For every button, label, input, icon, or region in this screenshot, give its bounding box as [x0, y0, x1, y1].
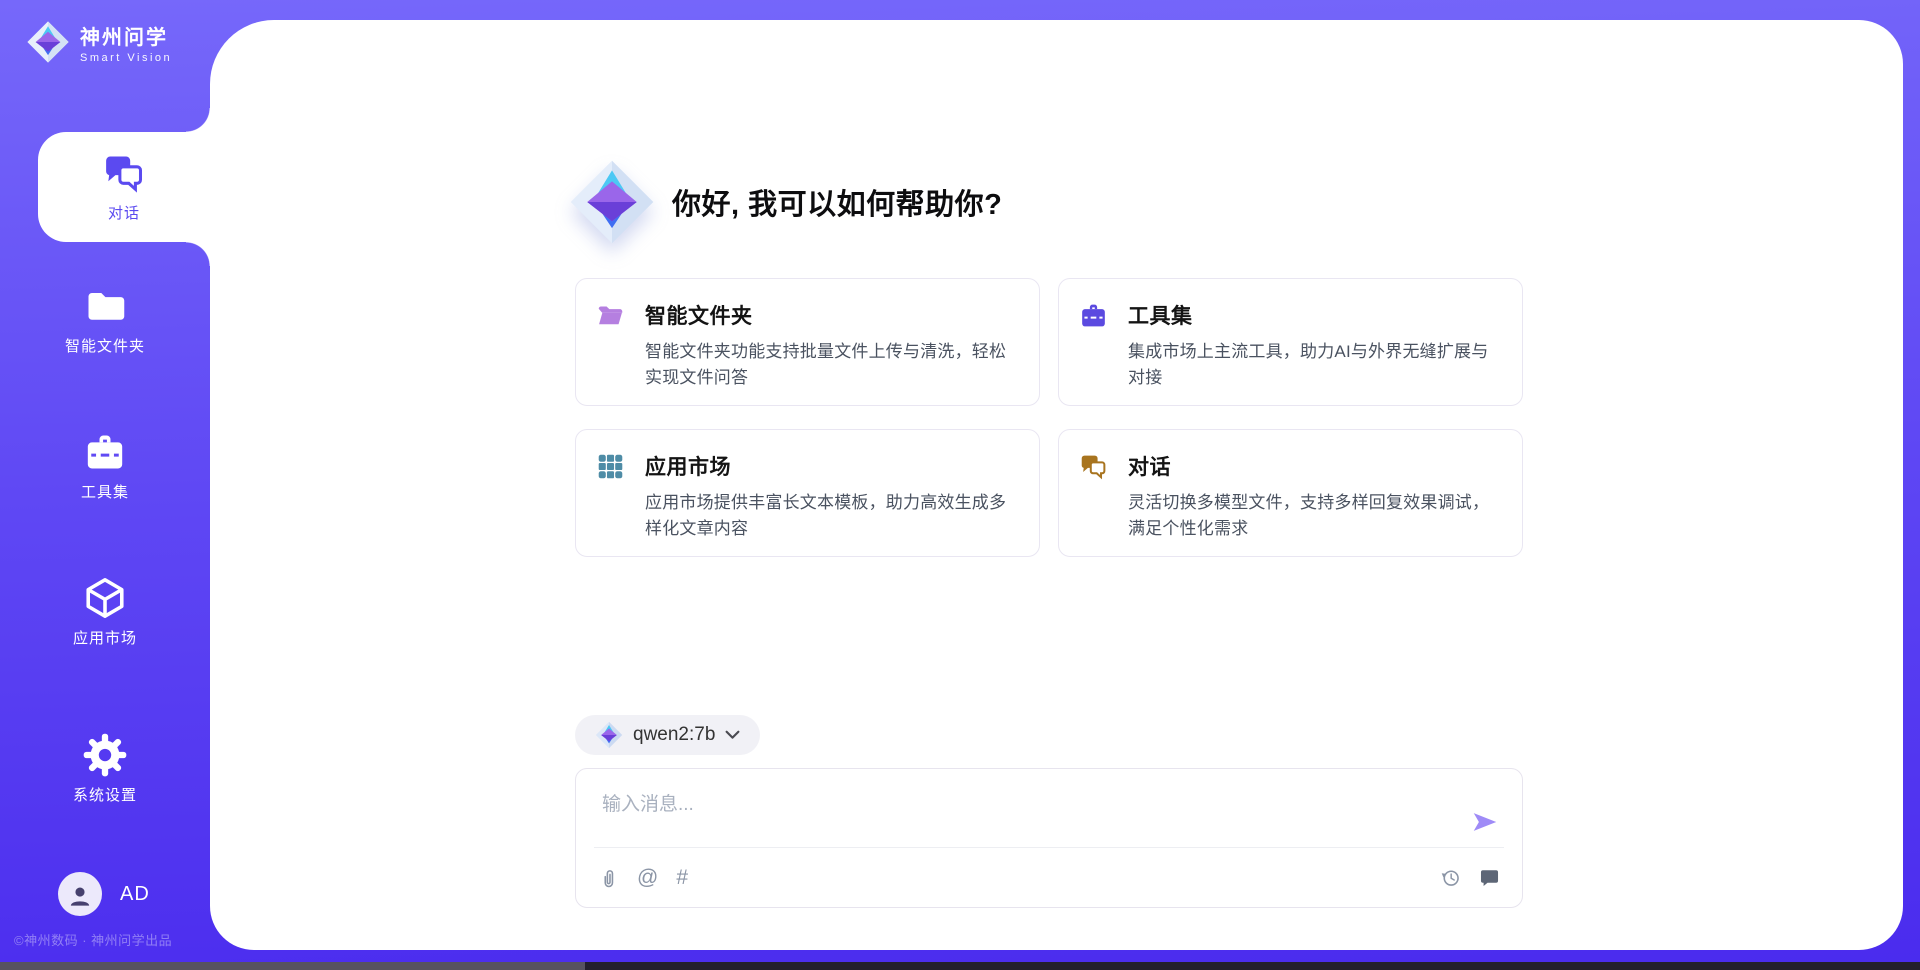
card-smart-folder[interactable]: 智能文件夹 智能文件夹功能支持批量文件上传与清洗，轻松实现文件问答 [575, 278, 1040, 406]
bottom-scrollbar-thumb[interactable] [0, 962, 585, 970]
card-desc: 集成市场上主流工具，助力AI与外界无缝扩展与对接 [1128, 339, 1502, 392]
message-input[interactable] [600, 787, 1444, 843]
copyright: ©神州数码 · 神州问学出品 [14, 930, 172, 949]
card-desc: 灵活切换多模型文件，支持多样回复效果调试，满足个性化需求 [1128, 490, 1502, 543]
comment-icon[interactable] [1479, 867, 1500, 888]
gear-icon [83, 733, 127, 777]
sidebar-item-settings[interactable]: 系统设置 [0, 733, 210, 805]
bottom-scrollbar [0, 962, 1920, 970]
sidebar-item-label: 智能文件夹 [65, 335, 145, 356]
sidebar-item-smart-folder[interactable]: 智能文件夹 [0, 284, 210, 356]
app-logo-icon [568, 158, 656, 246]
card-title: 智能文件夹 [645, 300, 753, 330]
send-button[interactable] [1470, 807, 1500, 837]
sidebar-item-toolset[interactable]: 工具集 [0, 430, 210, 502]
model-selector[interactable]: qwen2:7b [575, 715, 760, 755]
paperclip-icon[interactable] [598, 867, 619, 888]
user-name: AD [120, 883, 150, 906]
card-desc: 智能文件夹功能支持批量文件上传与清洗，轻松实现文件问答 [645, 339, 1019, 392]
main-panel: 你好, 我可以如何帮助你? 智能文件夹 智能文件夹功能支持批量文件上传与清洗，轻… [210, 20, 1903, 950]
grid-tiles-icon [596, 452, 625, 481]
brand-name: 神州问学 [80, 21, 172, 50]
card-title: 应用市场 [645, 451, 731, 481]
card-desc: 应用市场提供丰富长文本模板，助力高效生成多样化文章内容 [645, 490, 1019, 543]
sidebar: 神州问学 Smart Vision 对话 智能文件夹 工具集 [0, 0, 210, 970]
sidebar-item-label: 应用市场 [73, 627, 137, 648]
feature-cards: 智能文件夹 智能文件夹功能支持批量文件上传与清洗，轻松实现文件问答 工具集 集成… [575, 278, 1523, 557]
model-logo-icon [595, 721, 623, 749]
briefcase-icon [83, 430, 127, 474]
folder-icon [83, 284, 127, 328]
brand: 神州问学 Smart Vision [26, 20, 172, 64]
brand-text: 神州问学 Smart Vision [80, 21, 172, 64]
sidebar-item-label: 对话 [108, 202, 140, 223]
card-chat[interactable]: 对话 灵活切换多模型文件，支持多样回复效果调试，满足个性化需求 [1058, 429, 1523, 557]
card-title: 工具集 [1128, 300, 1193, 330]
person-icon [66, 882, 94, 910]
model-name: qwen2:7b [633, 724, 715, 746]
card-toolset[interactable]: 工具集 集成市场上主流工具，助力AI与外界无缝扩展与对接 [1058, 278, 1523, 406]
chat-duo-icon [1079, 452, 1108, 481]
greeting-title: 你好, 我可以如何帮助你? [672, 181, 1002, 223]
sidebar-item-label: 工具集 [81, 481, 129, 502]
mention-icon[interactable]: @ [637, 867, 658, 888]
briefcase-icon [1079, 301, 1108, 330]
sidebar-item-chat[interactable]: 对话 [38, 132, 210, 242]
user-profile[interactable]: AD [58, 872, 150, 916]
brand-logo-icon [26, 20, 70, 64]
sidebar-item-label: 系统设置 [73, 784, 137, 805]
sidebar-item-app-market[interactable]: 应用市场 [0, 576, 210, 648]
card-title: 对话 [1128, 451, 1171, 481]
hashtag-icon[interactable]: # [676, 867, 688, 888]
card-app-market[interactable]: 应用市场 应用市场提供丰富长文本模板，助力高效生成多样化文章内容 [575, 429, 1040, 557]
composer-toolbar: @ # [598, 848, 1500, 907]
chat-duo-icon [102, 151, 146, 195]
history-icon[interactable] [1440, 867, 1461, 888]
brand-subtitle: Smart Vision [80, 52, 172, 64]
chevron-down-icon [725, 730, 740, 740]
cube-icon [83, 576, 127, 620]
greeting: 你好, 我可以如何帮助你? [568, 158, 1002, 246]
folder-open-icon [596, 301, 625, 330]
avatar [58, 872, 102, 916]
composer: @ # [575, 768, 1523, 908]
send-icon [1470, 807, 1500, 837]
